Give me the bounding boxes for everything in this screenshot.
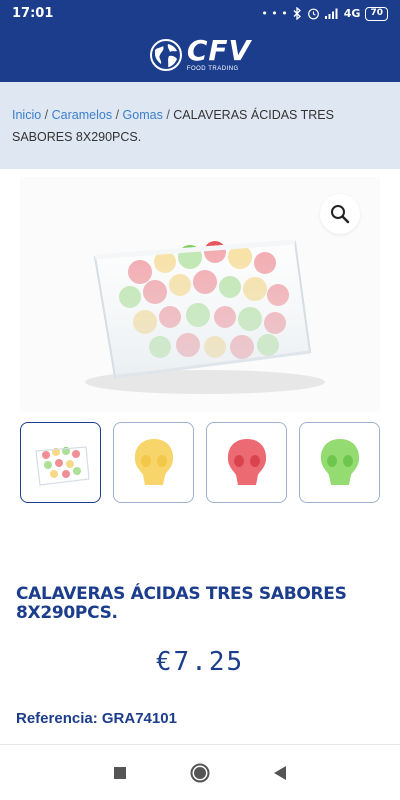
status-icons: • • • 4G 70 xyxy=(261,6,388,21)
product-price: €7.25 xyxy=(155,647,245,677)
recent-apps-icon xyxy=(114,766,126,779)
signal-icon xyxy=(324,8,338,19)
recent-apps-button[interactable] xyxy=(108,761,132,785)
thumbnail-green-skull[interactable] xyxy=(299,422,380,503)
search-icon xyxy=(331,205,350,224)
zoom-button[interactable] xyxy=(320,194,360,234)
breadcrumb-separator: / xyxy=(115,108,120,122)
battery-level: 70 xyxy=(370,8,383,18)
breadcrumb-link-gomas[interactable]: Gomas xyxy=(123,108,163,122)
breadcrumb: Inicio / Caramelos / Gomas / CALAVERAS Á… xyxy=(0,82,400,169)
bluetooth-icon xyxy=(293,7,301,20)
breadcrumb-separator: / xyxy=(44,108,49,122)
thumbnail-tub[interactable] xyxy=(20,422,101,503)
reference-label: Referencia: xyxy=(16,710,98,727)
logo-subtext: FOOD TRADING xyxy=(186,66,239,72)
logo-text: CFV xyxy=(186,34,252,67)
green-skull-icon xyxy=(320,439,359,485)
back-icon xyxy=(274,765,286,780)
product-title: CALAVERAS ÁCIDAS TRES SABORES 8X290PCS. xyxy=(16,584,347,623)
product-reference: Referencia: GRA74101 xyxy=(16,710,177,727)
alarm-icon xyxy=(307,8,319,20)
battery-icon: 70 xyxy=(365,6,388,21)
reference-value: GRA74101 xyxy=(101,710,177,727)
site-header: CFV FOOD TRADING xyxy=(0,27,400,82)
notification-dots-icon: • • • xyxy=(261,7,288,20)
home-icon xyxy=(190,763,210,782)
system-nav-bar xyxy=(0,745,400,800)
thumbnail-red-skull[interactable] xyxy=(206,422,287,503)
status-bar: 17:01 • • • 4G 70 xyxy=(0,0,400,27)
status-time: 17:01 xyxy=(12,6,54,21)
candy-tub-thumbnail xyxy=(34,445,90,486)
back-button[interactable] xyxy=(268,761,292,785)
yellow-skull-icon xyxy=(134,439,173,485)
thumbnail-gallery xyxy=(20,422,380,503)
status-left: 17:01 xyxy=(12,6,53,21)
home-button[interactable] xyxy=(188,761,212,785)
network-type: 4G xyxy=(343,7,361,20)
breadcrumb-link-inicio[interactable]: Inicio xyxy=(12,108,41,122)
site-logo[interactable]: CFV FOOD TRADING xyxy=(149,37,251,72)
red-skull-icon xyxy=(227,439,266,485)
breadcrumb-link-caramelos[interactable]: Caramelos xyxy=(52,108,112,122)
thumbnail-yellow-skull[interactable] xyxy=(113,422,194,503)
breadcrumb-separator: / xyxy=(166,108,170,122)
globe-icon xyxy=(149,38,182,71)
